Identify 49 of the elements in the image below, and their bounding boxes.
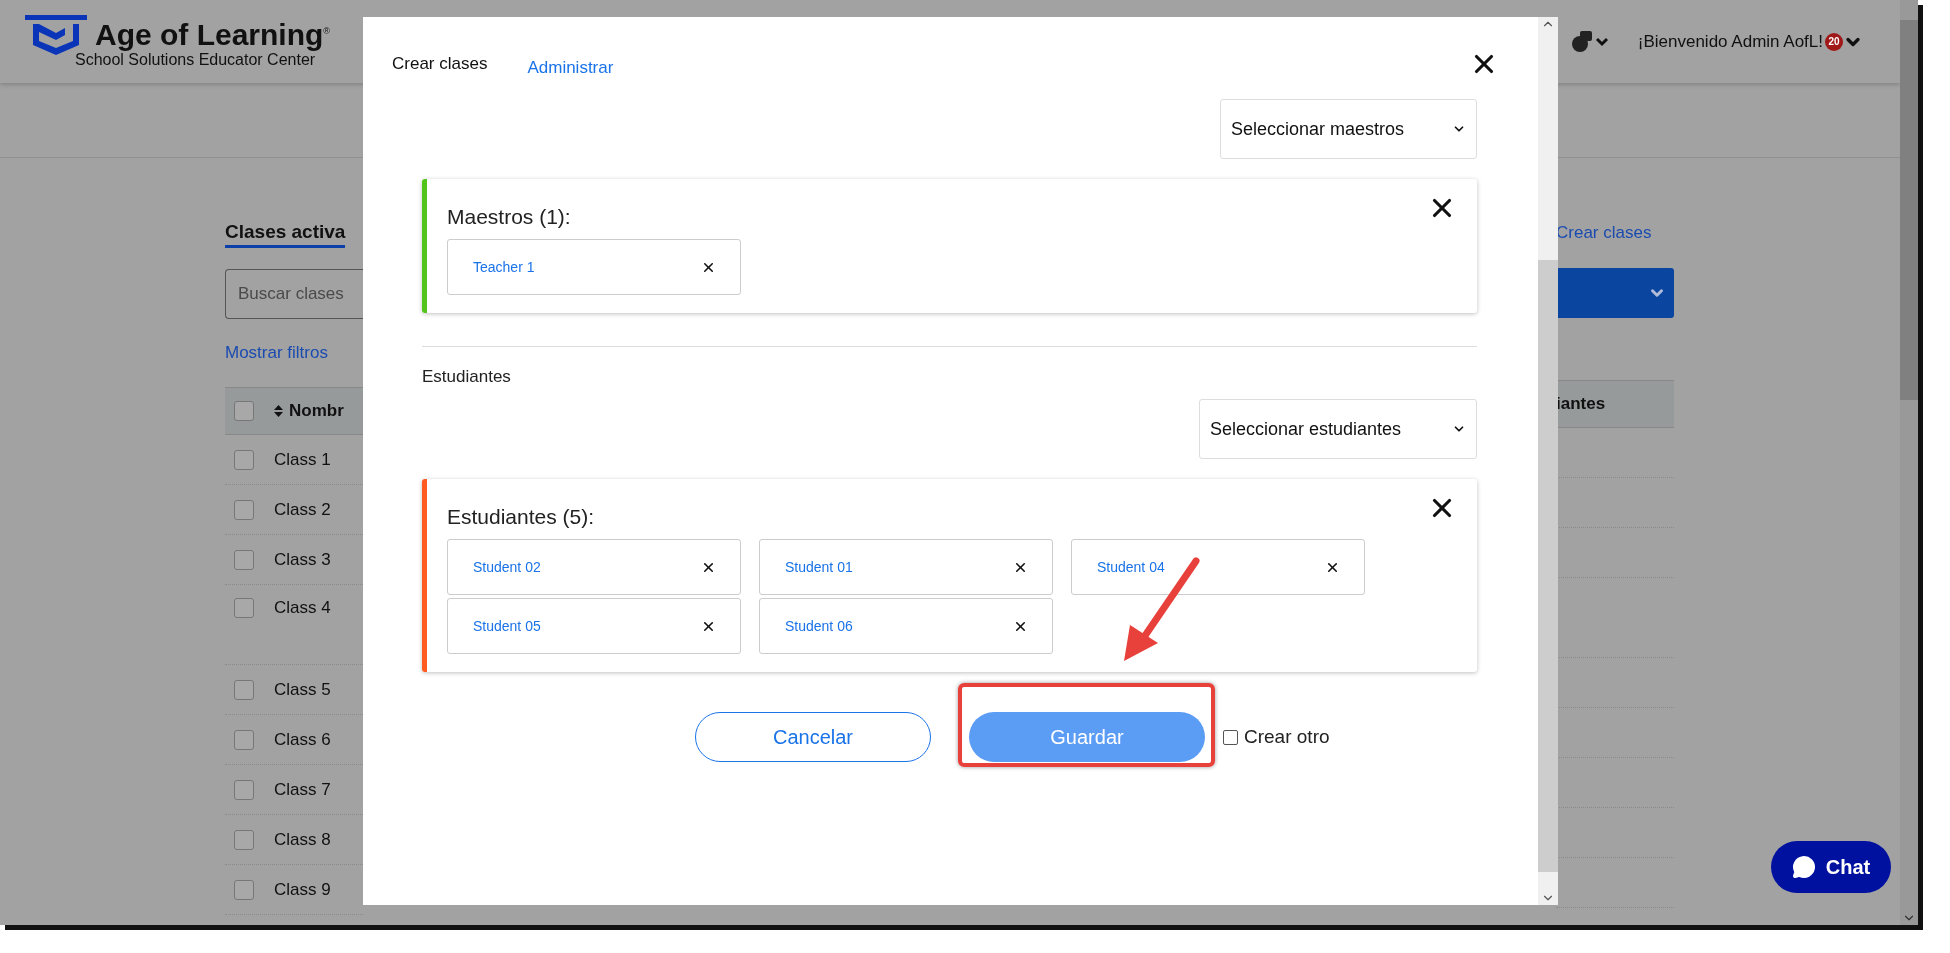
chip-label: Teacher 1 [473, 259, 535, 275]
chip-label: Student 04 [1097, 559, 1165, 575]
table-cell: Class 5 [274, 679, 331, 700]
tab[interactable]: Administrar [527, 50, 614, 78]
table-cell: Class 2 [274, 499, 331, 520]
chat-label: Chat [1825, 855, 1871, 879]
page-scrollbar[interactable] [1900, 0, 1918, 925]
welcome-text: ¡Bienvenido Admin AofL! [1637, 31, 1823, 52]
speech-bubble-icon [1791, 855, 1816, 879]
select-dropdown[interactable]: Seleccionar estudiantes [1199, 399, 1477, 459]
table-cell: Class 3 [274, 549, 331, 570]
checkbox[interactable] [234, 549, 254, 570]
chip-label: Student 02 [473, 559, 541, 575]
checkbox[interactable] [234, 879, 254, 900]
table-cell: Class 1 [274, 449, 331, 470]
checkbox[interactable] [234, 679, 254, 700]
chip-label: Student 06 [785, 618, 853, 634]
checkbox[interactable] [234, 449, 254, 470]
language-icon[interactable] [1569, 29, 1610, 54]
checkbox[interactable] [234, 729, 254, 750]
column-header[interactable]: iantes [1556, 394, 1606, 414]
select-dropdown[interactable]: Seleccionar maestros [1220, 99, 1477, 159]
logo-subtitle: School Solutions Educator Center [75, 50, 316, 69]
checkbox[interactable] [234, 499, 254, 520]
modal-scrollbar[interactable] [1538, 17, 1558, 905]
checkbox[interactable] [234, 779, 254, 800]
table-cell: Class 4 [274, 598, 331, 618]
search-field[interactable]: Buscar clases [225, 269, 363, 319]
create-another-checkbox[interactable]: Crear otro [1223, 726, 1330, 748]
logo-title: Age of Learning$^{®}$ [95, 16, 330, 51]
cancel-button[interactable]: Cancelar [695, 712, 931, 762]
checkbox[interactable] [234, 598, 254, 618]
sort-icon[interactable] [274, 405, 283, 417]
table-cell: Class 9 [274, 879, 331, 900]
chip-label: Student 05 [473, 618, 541, 634]
table-cell: Class 7 [274, 779, 331, 800]
checkbox[interactable] [234, 401, 254, 421]
dropdown-button[interactable] [1556, 268, 1674, 318]
table-cell: Class 8 [274, 829, 331, 850]
chip-label: Student 01 [785, 559, 853, 575]
tab[interactable]: Crear clases [392, 54, 488, 74]
card-title: Maestros (1): [447, 205, 571, 229]
table-cell: Class 6 [274, 729, 331, 750]
checkbox[interactable] [234, 829, 254, 850]
page-title: Clases activa [225, 221, 346, 248]
notification-badge: 20 [1825, 32, 1843, 51]
chat-button[interactable]: Chat [1771, 841, 1891, 893]
section-heading: Estudiantes [422, 367, 512, 387]
card-title: Estudiantes (5): [447, 505, 595, 529]
